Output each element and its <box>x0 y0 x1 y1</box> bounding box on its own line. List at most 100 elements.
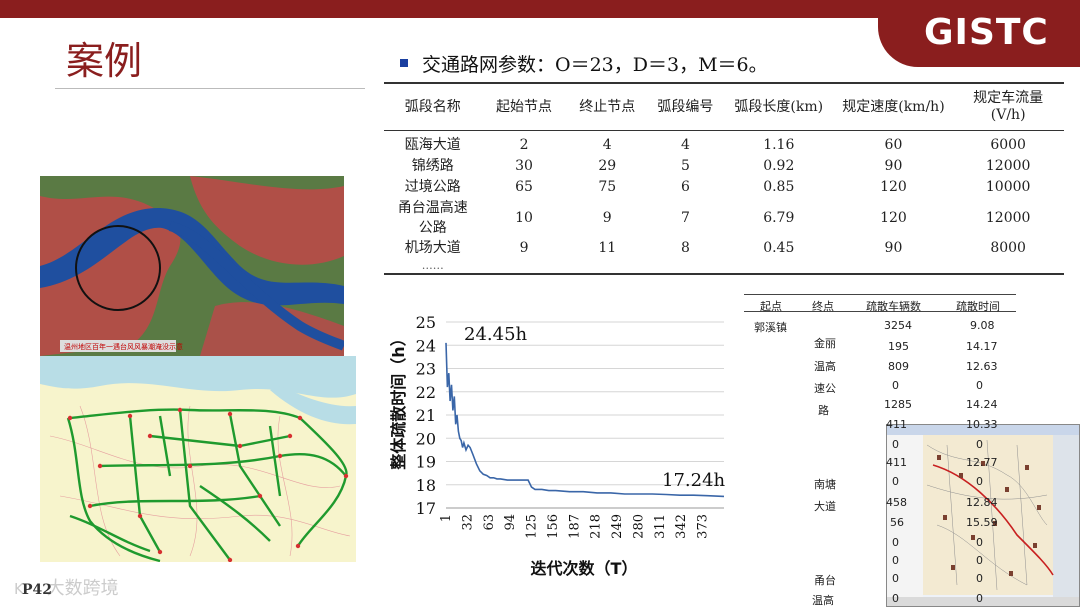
chart-x-tick-label: 94 <box>503 514 518 531</box>
chart-x-tick-label: 1 <box>439 514 454 522</box>
table-cell: 8 <box>680 240 690 256</box>
side-time-cell: 0 <box>976 572 983 585</box>
table-cell: 甬台温高速公路 <box>397 200 468 236</box>
chart-x-label: 迭代次数（T） <box>531 559 638 578</box>
side-count-cell: 0 <box>892 572 899 585</box>
side-count-cell: 0 <box>892 475 899 488</box>
chart-x-tick-label: 218 <box>589 514 604 539</box>
table-cell <box>952 259 1064 275</box>
flood-map-caption: 温州地区百年一遇台风风暴潮淹没示意 <box>64 342 183 351</box>
chart-x-tick-label: 187 <box>567 514 582 539</box>
side-count-cell: 458 <box>886 496 907 509</box>
side-time-cell: 0 <box>976 554 983 567</box>
bullet-square-icon <box>400 59 408 67</box>
table-cell <box>481 259 567 275</box>
table-cell: 机场大道 <box>404 240 461 256</box>
table-cell: 5 <box>680 158 690 174</box>
chart-x-tick-label: 125 <box>525 514 540 539</box>
table-cell: 6 <box>680 179 690 195</box>
network-params-bullet: 交通路网参数：O＝23，D＝3，M＝6。 <box>400 50 768 77</box>
table-ellipsis: …… <box>384 259 482 275</box>
chart-y-tick-label: 24 <box>416 336 436 355</box>
side-time-cell: 0 <box>976 475 983 488</box>
gistc-logo: GISTC <box>924 12 1049 53</box>
table-cell: 0.85 <box>763 179 795 195</box>
table-cell: 6000 <box>990 137 1026 153</box>
table-cell: 12000 <box>985 209 1031 226</box>
col-header: 规定速度(km/h) <box>834 83 953 131</box>
road-network-map <box>40 356 356 562</box>
side-time-cell: 15.59 <box>966 516 998 529</box>
side-time-cell: 12.77 <box>966 456 998 469</box>
flood-satellite-map: 温州地区百年一遇台风风暴潮淹没示意 <box>40 176 344 356</box>
side-count-cell: 411 <box>886 418 907 431</box>
table-cell: 60 <box>884 137 903 153</box>
arc-parameter-table: 弧段名称 起始节点 终止节点 弧段编号 弧段长度(km) 规定速度(km/h) … <box>384 82 1064 275</box>
table-cell: 120 <box>880 179 907 195</box>
page-number: P42 <box>22 582 53 598</box>
table-row: 甬台温高速公路 10 9 7 6.79 120 12000 <box>384 198 1064 238</box>
side-time-cell: 0 <box>976 592 983 605</box>
end-value-annotation: 17.24h <box>662 470 726 491</box>
side-time-cell: 0 <box>976 536 983 549</box>
table-cell: 4 <box>602 137 612 153</box>
watermark-text: 大数跨境 <box>46 578 119 599</box>
table-cell: 12000 <box>985 158 1031 174</box>
chart-y-tick-label: 21 <box>416 406 436 425</box>
network-params-text: 交通路网参数：O＝23，D＝3，M＝6。 <box>422 54 768 76</box>
chart-y-tick-label: 17 <box>416 499 436 518</box>
side-count-cell: 0 <box>892 438 899 451</box>
chart-y-label: 整体疏散时间（h） <box>389 330 408 470</box>
chart-y-tick-label: 18 <box>416 476 436 495</box>
start-value-annotation: 24.45h <box>464 324 528 345</box>
table-cell: 2 <box>519 137 529 153</box>
table-cell: 29 <box>598 158 617 174</box>
table-cell: 11 <box>598 240 617 256</box>
table-cell <box>566 259 648 275</box>
chart-y-tick-label: 20 <box>416 429 436 448</box>
chart-x-tick-label: 311 <box>653 514 668 539</box>
table-cell: 8000 <box>990 240 1026 256</box>
table-cell: 120 <box>880 209 907 226</box>
table-row: 锦绣路 30 29 5 0.92 90 12000 <box>384 156 1064 177</box>
table-cell: 0.92 <box>763 158 795 174</box>
table-row: 机场大道 9 11 8 0.45 90 8000 <box>384 238 1064 259</box>
title-divider <box>55 88 365 89</box>
table-cell: 90 <box>884 240 903 256</box>
table-cell: 10000 <box>985 179 1031 195</box>
side-table-overflow: 411 0 411 0 458 56 0 0 0 0 10.33 0 12.77… <box>744 294 1016 607</box>
col-header: 弧段长度(km) <box>722 83 835 131</box>
chart-x-tick-label: 63 <box>482 514 497 531</box>
side-time-cell: 0 <box>976 438 983 451</box>
table-row: 瓯海大道 2 4 4 1.16 60 6000 <box>384 131 1064 157</box>
chart-x-tick-label: 373 <box>696 514 711 539</box>
road-network-graphic <box>40 356 356 562</box>
col-header: 起始节点 <box>481 83 567 131</box>
table-cell: 7 <box>680 209 690 226</box>
side-time-cell: 12.84 <box>966 496 998 509</box>
side-count-cell: 0 <box>892 536 899 549</box>
chart-x-tick-label: 32 <box>460 514 475 531</box>
table-cell: 0.45 <box>763 240 795 256</box>
table-header-row: 弧段名称 起始节点 终止节点 弧段编号 弧段长度(km) 规定速度(km/h) … <box>384 83 1064 131</box>
chart-gridlines <box>446 321 724 486</box>
evacuation-time-chart-svg: 17 18 19 20 21 22 23 24 25 1 32 63 94 125 156 187 218 24… <box>389 313 726 578</box>
table-cell: 65 <box>515 179 533 195</box>
table-cell: 9 <box>519 240 529 256</box>
chart-x-ticks: 1 32 63 94 125 156 187 218 249 280 311 342 373 <box>439 514 711 539</box>
chart-x-tick-label: 280 <box>631 514 646 539</box>
col-header: 弧段编号 <box>647 83 723 131</box>
chart-y-tick-label: 25 <box>416 313 436 332</box>
side-count-cell: 56 <box>890 516 904 529</box>
flood-map-graphic: 温州地区百年一遇台风风暴潮淹没示意 <box>40 176 344 356</box>
chart-x-tick-label: 342 <box>674 514 689 539</box>
table-cell: 1.16 <box>763 137 795 153</box>
side-count-cell: 411 <box>886 456 907 469</box>
table-cell: 过境公路 <box>404 179 461 195</box>
side-count-cell: 0 <box>892 554 899 567</box>
col-header: 弧段名称 <box>384 83 482 131</box>
evacuation-time-chart: 17 18 19 20 21 22 23 24 25 1 32 63 94 125 156 187 218 24… <box>384 300 740 585</box>
table-cell: 锦绣路 <box>411 158 454 174</box>
table-cell <box>647 259 723 275</box>
table-cell: 4 <box>680 137 690 153</box>
